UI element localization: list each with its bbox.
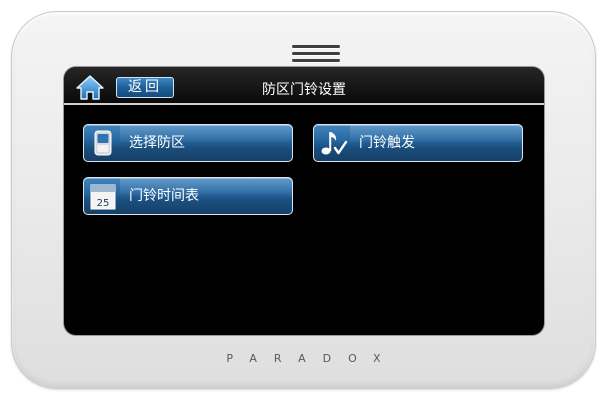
calendar-icon: 25 — [85, 179, 121, 213]
chime-schedule-button[interactable]: 25 门铃时间表 — [83, 177, 293, 215]
brand-logo-text: PARADOX — [226, 352, 398, 365]
chime-trigger-label: 门铃触发 — [359, 135, 415, 151]
page-title: 防区门铃设置 — [262, 82, 346, 98]
chime-trigger-button[interactable]: 门铃触发 — [313, 124, 523, 162]
select-zone-label: 选择防区 — [129, 135, 185, 151]
back-button[interactable]: 返回 — [116, 77, 174, 98]
chime-schedule-label: 门铃时间表 — [129, 188, 199, 204]
select-zone-button[interactable]: 选择防区 — [83, 124, 293, 162]
top-bar: 返回 防区门铃设置 — [64, 67, 544, 105]
calendar-day-number: 25 — [97, 198, 110, 209]
home-button[interactable] — [75, 74, 105, 101]
music-note-check-icon — [315, 126, 351, 160]
touch-screen: 返回 防区门铃设置 选择防区 门铃触发 25 门铃时间表 — [64, 67, 544, 335]
home-icon — [76, 75, 104, 100]
keypad-device-icon — [85, 126, 121, 160]
